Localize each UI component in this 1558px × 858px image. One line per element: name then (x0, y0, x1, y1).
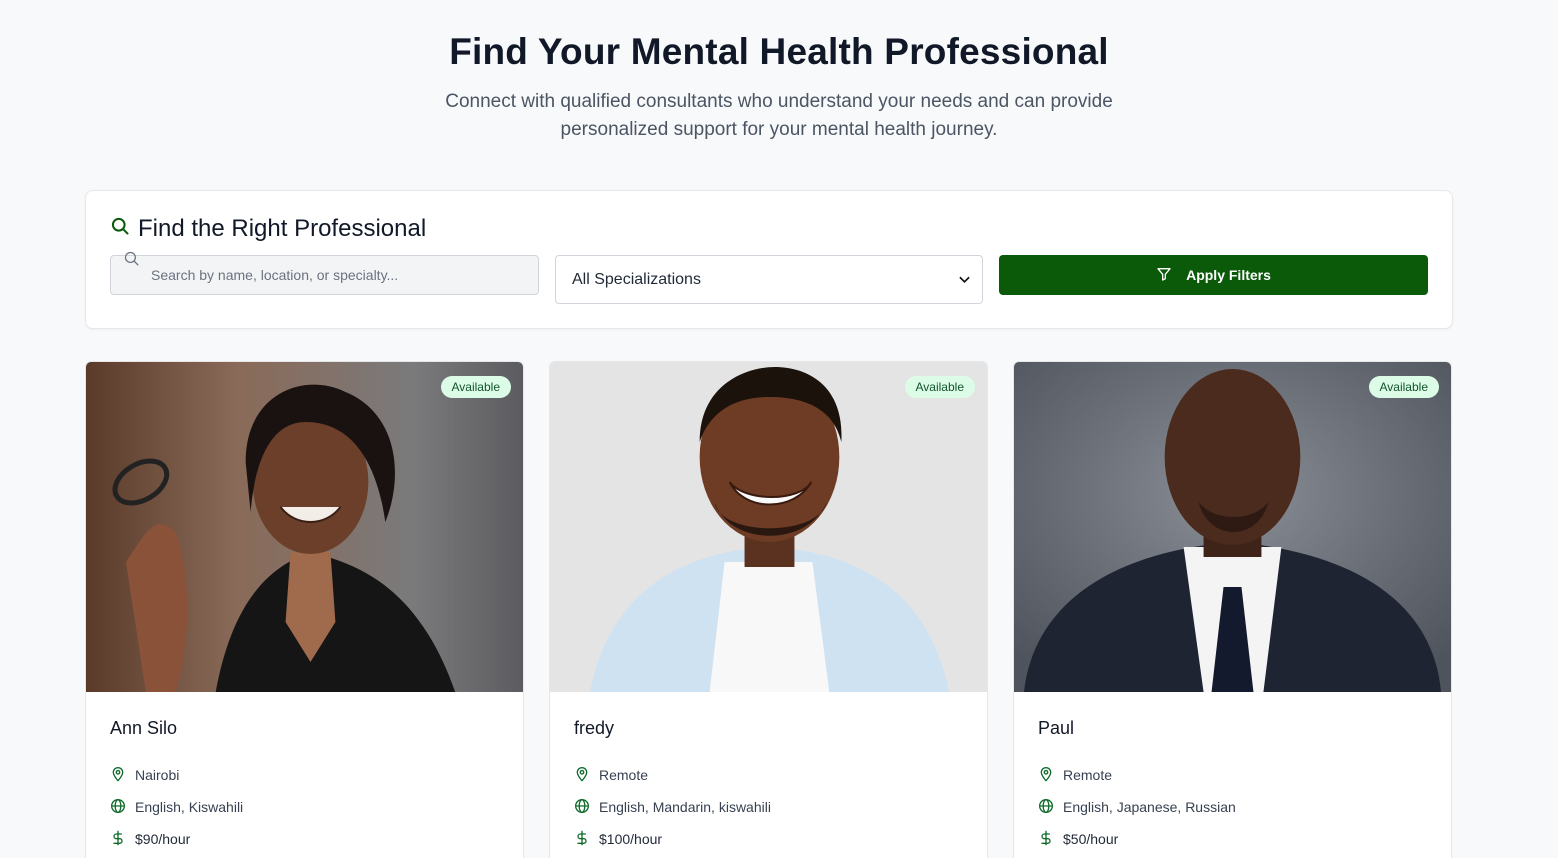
filter-panel-title: Find the Right Professional (138, 215, 427, 242)
search-field[interactable] (110, 251, 539, 295)
status-badge: Available (440, 376, 511, 398)
consultant-name: Ann Silo (110, 718, 178, 738)
consultant-photo: Available (550, 362, 987, 692)
consultant-location: Nairobi (110, 759, 499, 791)
consultant-languages: English, Mandarin, kiswahili (574, 791, 963, 823)
consultant-photo: Available (86, 362, 523, 692)
globe-icon (574, 798, 590, 817)
languages-text: English, Kiswahili (135, 799, 244, 815)
filter-panel-header: Find the Right Professional (110, 215, 426, 243)
consultant-location: Remote (574, 759, 963, 791)
filter-icon (1156, 266, 1172, 285)
page-subtitle: Connect with qualified consultants who u… (445, 91, 1113, 140)
filter-panel: Find the Right Professional All Speciali… (85, 190, 1453, 329)
consultant-rate: $50/hour (1038, 823, 1427, 855)
globe-icon (110, 798, 126, 817)
languages-text: English, Mandarin, kiswahili (599, 799, 771, 815)
search-input[interactable] (111, 256, 538, 294)
map-pin-icon (110, 766, 126, 785)
consultant-card[interactable]: Available fredy Remote English, Mandarin… (549, 361, 988, 858)
search-icon (110, 215, 130, 243)
consultant-list: Available Ann Silo Nairobi English, Kisw… (85, 361, 1453, 858)
dollar-icon (1038, 830, 1054, 849)
status-badge: Available (1368, 376, 1439, 398)
location-text: Remote (599, 767, 649, 783)
hero-section: Find Your Mental Health Professional Con… (0, 0, 1558, 144)
consultant-name: fredy (574, 718, 615, 738)
chevron-down-icon (959, 273, 970, 287)
location-text: Remote (1063, 767, 1113, 783)
rate-text: $50/hour (1063, 831, 1119, 847)
consultant-languages: English, Kiswahili (110, 791, 499, 823)
consultant-card[interactable]: Available Ann Silo Nairobi English, Kisw… (85, 361, 524, 858)
languages-text: English, Japanese, Russian (1063, 799, 1236, 815)
dollar-icon (574, 830, 590, 849)
consultant-languages: English, Japanese, Russian (1038, 791, 1427, 823)
status-badge: Available (904, 376, 975, 398)
specialization-select[interactable]: All Specializations (555, 255, 983, 304)
apply-filters-label: Apply Filters (1186, 267, 1271, 283)
page-title: Find Your Mental Health Professional (449, 31, 1109, 72)
apply-filters-button[interactable]: Apply Filters (999, 255, 1428, 295)
consultant-rate: $100/hour (574, 823, 963, 855)
consultant-card[interactable]: Available Paul Remote English, Japanese,… (1013, 361, 1452, 858)
rate-text: $100/hour (599, 831, 663, 847)
rate-text: $90/hour (135, 831, 191, 847)
map-pin-icon (574, 766, 590, 785)
specialization-selected-value: All Specializations (572, 270, 701, 288)
consultant-rate: $90/hour (110, 823, 499, 855)
globe-icon (1038, 798, 1054, 817)
map-pin-icon (1038, 766, 1054, 785)
consultant-photo: Available (1014, 362, 1451, 692)
location-text: Nairobi (135, 767, 180, 783)
consultant-name: Paul (1038, 718, 1075, 738)
dollar-icon (110, 830, 126, 849)
consultant-location: Remote (1038, 759, 1427, 791)
